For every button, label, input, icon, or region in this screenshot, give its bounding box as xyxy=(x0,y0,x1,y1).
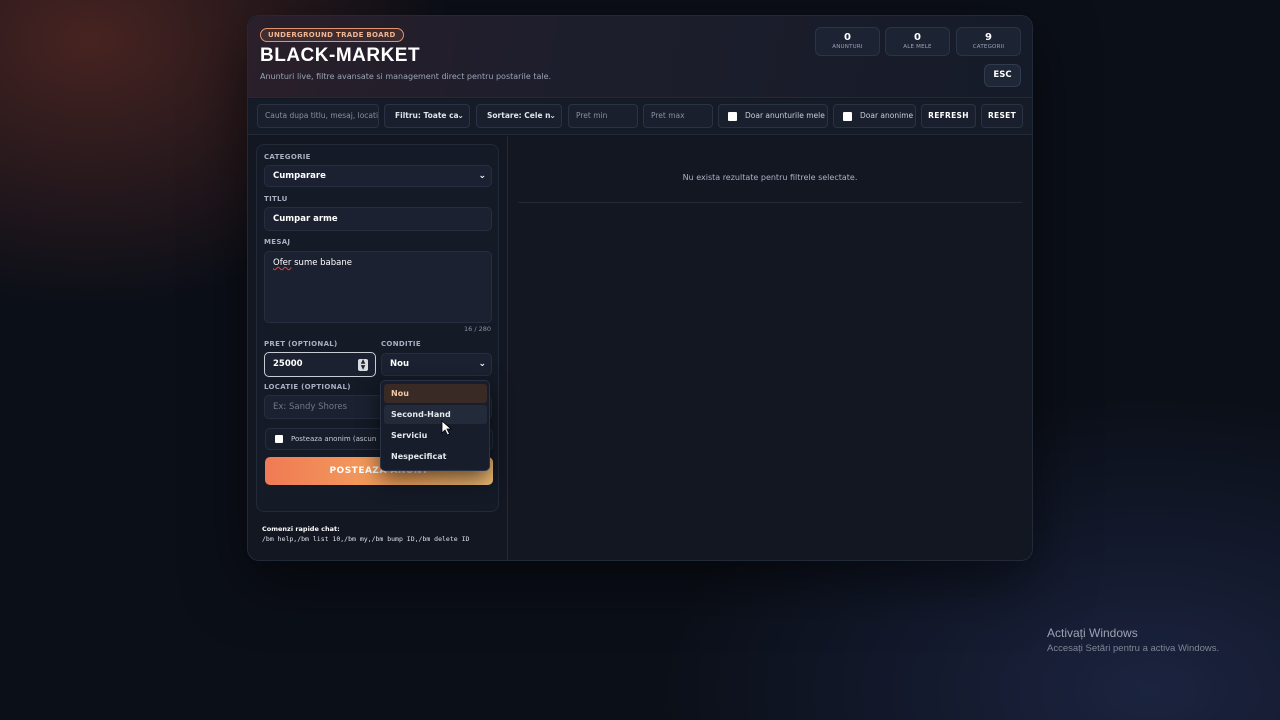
stat-label: CATEGORII xyxy=(972,44,1005,50)
price-input[interactable]: 25000 ▲ ▼ xyxy=(264,352,376,377)
checkbox-box[interactable] xyxy=(728,112,737,121)
stat-categorii: 9 CATEGORII xyxy=(956,27,1021,56)
results-divider xyxy=(518,202,1022,203)
condition-select[interactable]: Nou ⌄ xyxy=(381,353,492,376)
only-anon-checkbox[interactable]: Doar anonime xyxy=(833,104,916,128)
only-anon-label: Doar anonime xyxy=(860,111,914,120)
page-title: BLACK-MARKET xyxy=(260,45,421,66)
empty-results-message: Nu exista rezultate pentru filtrele sele… xyxy=(682,173,858,182)
condition-option-serviciu[interactable]: Serviciu xyxy=(384,426,487,445)
category-label: CATEGORIE xyxy=(264,153,311,161)
page-subtitle: Anunturi live, filtre avansate si manage… xyxy=(260,72,552,81)
price-max-placeholder: Pret max xyxy=(651,111,685,120)
category-select[interactable]: Cumparare ⌄ xyxy=(264,165,492,187)
message-text: sume babane xyxy=(291,258,352,268)
stat-anunturi: 0 ANUNTURI xyxy=(815,27,880,56)
price-min-input[interactable]: Pret min xyxy=(568,104,638,128)
only-mine-label: Doar anunturile mele xyxy=(745,111,825,120)
condition-option-nespecificat[interactable]: Nespecificat xyxy=(384,447,487,466)
filter-value: Filtru: Toate ca xyxy=(395,111,459,120)
chevron-down-icon: ⌄ xyxy=(478,171,486,181)
price-min-placeholder: Pret min xyxy=(576,111,608,120)
price-label: PRET (OPTIONAL) xyxy=(264,340,338,348)
esc-button[interactable]: ESC xyxy=(984,64,1021,87)
stat-label: ANUNTURI xyxy=(832,44,863,50)
commands-title: Comenzi rapide chat: xyxy=(262,525,340,533)
sort-value: Sortare: Cele n xyxy=(487,111,551,120)
search-placeholder: Cauta dupa titlu, mesaj, locatie xyxy=(265,111,379,120)
search-input[interactable]: Cauta dupa titlu, mesaj, locatie xyxy=(257,104,379,128)
message-textarea[interactable]: Ofer sume babane xyxy=(264,251,492,323)
condition-option-second-hand[interactable]: Second-Hand xyxy=(384,405,487,424)
commands-text: /bm help,/bm list 10,/bm my,/bm bump ID,… xyxy=(262,535,470,543)
chevron-down-icon: ⌄ xyxy=(549,111,556,120)
category-filter-select[interactable]: Filtru: Toate ca ⌄ xyxy=(384,104,470,128)
title-value: Cumpar arme xyxy=(273,214,338,224)
anonymous-label: Posteaza anonim (ascun xyxy=(291,435,377,443)
condition-dropdown: Nou Second-Hand Serviciu Nespecificat xyxy=(380,380,490,471)
char-counter: 16 / 280 xyxy=(464,325,491,333)
condition-option-nou[interactable]: Nou xyxy=(384,384,487,403)
category-value: Cumparare xyxy=(273,171,326,181)
reset-button[interactable]: RESET xyxy=(981,104,1023,128)
column-divider xyxy=(507,136,508,561)
black-market-panel: UNDERGROUND TRADE BOARD BLACK-MARKET Anu… xyxy=(247,15,1033,561)
stat-value: 0 xyxy=(914,32,921,43)
condition-value: Nou xyxy=(390,359,410,369)
checkbox-box[interactable] xyxy=(843,112,852,121)
windows-activation-subtitle: Accesați Setări pentru a activa Windows. xyxy=(1047,643,1220,654)
checkbox-box[interactable] xyxy=(275,435,283,443)
number-stepper-icon[interactable]: ▲ ▼ xyxy=(358,359,368,371)
mouse-cursor-icon xyxy=(441,420,453,436)
filter-toolbar: Cauta dupa titlu, mesaj, locatie Filtru:… xyxy=(248,99,1032,135)
refresh-button[interactable]: REFRESH xyxy=(921,104,976,128)
location-label: LOCATIE (OPTIONAL) xyxy=(264,383,351,391)
price-value: 25000 xyxy=(273,359,303,369)
stat-ale-mele: 0 ALE MELE xyxy=(885,27,950,56)
message-label: MESAJ xyxy=(264,238,291,246)
panel-header: UNDERGROUND TRADE BOARD BLACK-MARKET Anu… xyxy=(248,16,1032,98)
title-input[interactable]: Cumpar arme xyxy=(264,207,492,231)
price-max-input[interactable]: Pret max xyxy=(643,104,713,128)
location-placeholder: Ex: Sandy Shores xyxy=(273,402,348,412)
stat-label: ALE MELE xyxy=(903,44,932,50)
stat-value: 0 xyxy=(844,32,851,43)
board-badge: UNDERGROUND TRADE BOARD xyxy=(260,28,404,42)
chevron-down-icon: ⌄ xyxy=(457,111,464,120)
chevron-down-icon: ⌄ xyxy=(478,359,486,369)
windows-activation-title: Activați Windows xyxy=(1047,626,1138,640)
condition-label: CONDITIE xyxy=(381,340,421,348)
stat-value: 9 xyxy=(985,32,992,43)
sort-select[interactable]: Sortare: Cele n ⌄ xyxy=(476,104,562,128)
only-mine-checkbox[interactable]: Doar anunturile mele xyxy=(718,104,828,128)
title-label: TITLU xyxy=(264,195,288,203)
message-misspelled-word: Ofer xyxy=(273,258,292,268)
